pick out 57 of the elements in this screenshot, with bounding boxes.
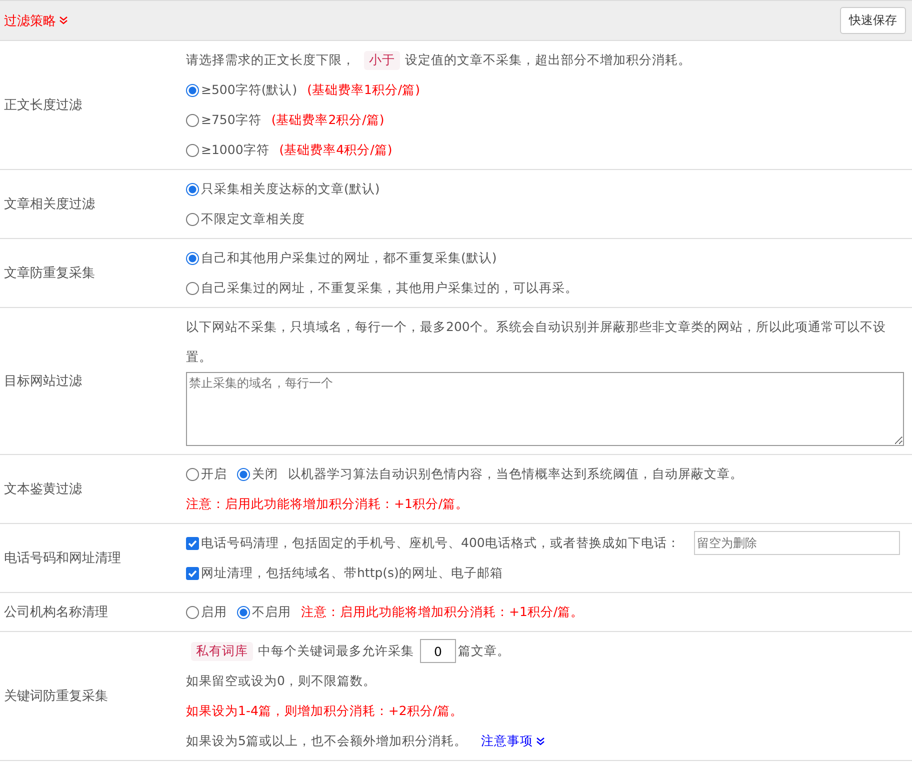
chevron-down-icon [59, 16, 68, 25]
description-text: 请选择需求的正文长度下限， [186, 52, 355, 68]
option-label[interactable]: 自己和其他用户采集过的网址，都不重复采集(默认) [201, 250, 497, 266]
option-label[interactable]: 关闭 [252, 466, 278, 482]
phone-input-field[interactable]: 留空为删除 [694, 531, 900, 555]
chevron-down-icon [536, 736, 545, 746]
description-text: 如果留空或设为0，则不限篇数。 [186, 672, 376, 690]
option-label[interactable]: 网址清理，包括纯域名、带http(s)的网址、电子邮箱 [201, 564, 503, 582]
option-label[interactable]: 只采集相关度达标的文章(默认) [201, 180, 380, 198]
option-label[interactable]: ≥750字符 [201, 112, 262, 128]
description-text: 如果设为5篇或以上，也不会额外增加积分消耗。 [186, 732, 467, 750]
warning-text: 如果设为1-4篇，则增加积分消耗：+2积分/篇。 [186, 702, 464, 720]
checkbox[interactable] [186, 536, 199, 550]
option-label[interactable]: ≥500字符(默认) [201, 82, 298, 98]
warning-text: (基础费率2积分/篇) [271, 112, 384, 128]
notes-link[interactable]: 注意事项 [480, 732, 545, 750]
row-label: 文章防重复采集 [3, 265, 96, 282]
option-label[interactable]: 不启用 [252, 604, 291, 620]
save-button[interactable]: 快速保存 [840, 7, 906, 34]
radio-button[interactable] [186, 468, 199, 480]
count-input-field[interactable]: 0 [420, 639, 456, 663]
keyword-tag: 私有词库 [191, 642, 253, 660]
description-text: 篇文章。 [458, 642, 510, 660]
description-text: 以机器学习算法自动识别色情内容，当色情概率达到系统阈值，自动屏蔽文章。 [288, 466, 743, 482]
warning-text: 注意：启用此功能将增加积分消耗：+1积分/篇。 [301, 604, 584, 620]
row-label: 文本鉴黄过滤 [3, 481, 83, 498]
row-label: 目标网站过滤 [3, 373, 83, 390]
radio-button[interactable] [237, 468, 250, 480]
option-label[interactable]: 不限定文章相关度 [201, 210, 305, 228]
radio-button[interactable] [186, 252, 199, 264]
description-text: 以下网站不采集，只填域名，每行一个，最多200个。系统会自动识别并屏蔽那些非文章类的网站，所以此项通常可以不设置。 [186, 318, 887, 366]
radio-button[interactable] [186, 606, 199, 618]
radio-button[interactable] [186, 144, 199, 156]
row-label: 公司机构名称清理 [3, 604, 109, 621]
radio-button[interactable] [186, 182, 199, 196]
radio-button[interactable] [186, 84, 199, 96]
row-label: 电话号码和网址清理 [3, 550, 122, 567]
keyword-tag: 小于 [364, 50, 400, 70]
radio-button[interactable] [237, 606, 250, 618]
row-label: 文章相关度过滤 [3, 196, 96, 213]
option-label[interactable]: 自己采集过的网址，不重复采集，其他用户采集过的，可以再采。 [201, 280, 578, 296]
warning-text: 注意：启用此功能将增加积分消耗：+1积分/篇。 [186, 495, 469, 513]
option-label[interactable]: 开启 [201, 466, 227, 482]
checkbox[interactable] [186, 566, 199, 580]
warning-text: (基础费率4积分/篇) [279, 142, 392, 158]
option-label[interactable]: 启用 [201, 604, 227, 620]
row-label: 正文长度过滤 [3, 97, 83, 114]
row-label: 关键词防重复采集 [3, 688, 109, 705]
option-label[interactable]: 电话号码清理，包括固定的手机号、座机号、400电话格式，或者替换成如下电话： [201, 534, 680, 552]
radio-button[interactable] [186, 282, 199, 294]
description-text: 中每个关键词最多允许采集 [258, 642, 414, 660]
warning-text: (基础费率1积分/篇) [307, 82, 420, 98]
radio-button[interactable] [186, 212, 199, 226]
description-text: 设定值的文章不采集，超出部分不增加积分消耗。 [405, 52, 691, 68]
radio-button[interactable] [186, 114, 199, 126]
option-label[interactable]: ≥1000字符 [201, 142, 270, 158]
domain-textarea[interactable]: 禁止采集的域名，每行一个 [186, 372, 904, 446]
